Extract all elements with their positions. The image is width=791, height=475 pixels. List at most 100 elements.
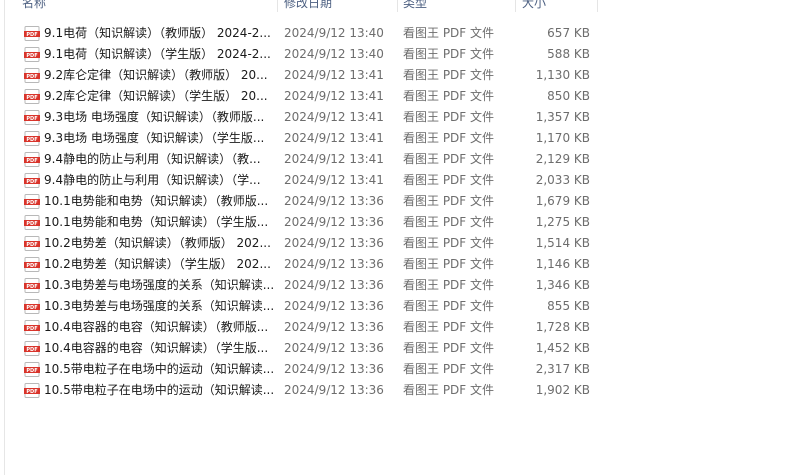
pdf-file-icon: PDF [24, 236, 40, 251]
file-row[interactable]: PDF 10.3电势差与电场强度的关系（知识解读... 2024/9/12 13… [0, 296, 791, 317]
file-row[interactable]: PDF 10.5带电粒子在电场中的运动（知识解读... 2024/9/12 13… [0, 359, 791, 380]
file-modified-date: 2024/9/12 13:36 [284, 320, 384, 334]
file-row[interactable]: PDF 10.3电势差与电场强度的关系（知识解读... 2024/9/12 13… [0, 275, 791, 296]
file-type: 看图王 PDF 文件 [403, 320, 495, 334]
file-type: 看图王 PDF 文件 [403, 299, 495, 313]
file-size: 2,317 KB [535, 362, 590, 376]
pdf-file-icon: PDF [24, 47, 40, 62]
file-name: 10.3电势差与电场强度的关系（知识解读... [44, 299, 275, 313]
pdf-file-icon: PDF [24, 320, 40, 335]
file-name: 10.4电容器的电容（知识解读）（教师版... [44, 320, 269, 334]
column-header-type[interactable]: 类型 [403, 0, 427, 12]
file-size: 850 KB [547, 89, 590, 103]
file-list: PDF 9.1电荷（知识解读）（教师版） 2024-2... 2024/9/12… [0, 23, 791, 401]
file-modified-date: 2024/9/12 13:36 [284, 236, 384, 250]
file-size: 1,275 KB [535, 215, 590, 229]
file-size: 1,346 KB [535, 278, 590, 292]
file-size: 1,902 KB [535, 383, 590, 397]
file-row[interactable]: PDF 10.2电势差（知识解读）（教师版） 202... 2024/9/12 … [0, 233, 791, 254]
svg-text:PDF: PDF [26, 32, 37, 38]
file-modified-date: 2024/9/12 13:36 [284, 341, 384, 355]
file-row[interactable]: PDF 9.1电荷（知识解读）（学生版） 2024-2... 2024/9/12… [0, 44, 791, 65]
file-type: 看图王 PDF 文件 [403, 131, 495, 145]
file-name: 9.4静电的防止与利用（知识解读）（学... [44, 173, 261, 187]
svg-text:PDF: PDF [26, 74, 37, 80]
file-type: 看图王 PDF 文件 [403, 173, 495, 187]
file-type: 看图王 PDF 文件 [403, 110, 495, 124]
column-header-date[interactable]: 修改日期 [284, 0, 332, 12]
file-row[interactable]: PDF 9.3电场 电场强度（知识解读）（教师版... 2024/9/12 13… [0, 107, 791, 128]
svg-text:PDF: PDF [26, 179, 37, 185]
file-size: 1,514 KB [535, 236, 590, 250]
file-explorer-window: 名称 修改日期 类型 大小 PDF 9.1电荷（知识解读）（教师版） 2024-… [0, 0, 791, 475]
file-type: 看图王 PDF 文件 [403, 194, 495, 208]
file-name: 9.2库仑定律（知识解读）（教师版） 20... [44, 68, 268, 82]
file-type: 看图王 PDF 文件 [403, 341, 495, 355]
column-divider[interactable] [277, 0, 278, 12]
file-modified-date: 2024/9/12 13:36 [284, 215, 384, 229]
file-type: 看图王 PDF 文件 [403, 26, 495, 40]
file-name: 10.4电容器的电容（知识解读）（学生版... [44, 341, 269, 355]
column-header-bar: 名称 修改日期 类型 大小 [0, 0, 791, 12]
file-modified-date: 2024/9/12 13:36 [284, 299, 384, 313]
file-row[interactable]: PDF 10.2电势差（知识解读）（学生版） 202... 2024/9/12 … [0, 254, 791, 275]
file-row[interactable]: PDF 10.5带电粒子在电场中的运动（知识解读... 2024/9/12 13… [0, 380, 791, 401]
file-row[interactable]: PDF 9.1电荷（知识解读）（教师版） 2024-2... 2024/9/12… [0, 23, 791, 44]
file-row[interactable]: PDF 9.4静电的防止与利用（知识解读）（学... 2024/9/12 13:… [0, 170, 791, 191]
file-modified-date: 2024/9/12 13:40 [284, 47, 384, 61]
file-modified-date: 2024/9/12 13:41 [284, 173, 384, 187]
file-row[interactable]: PDF 9.3电场 电场强度（知识解读）（学生版... 2024/9/12 13… [0, 128, 791, 149]
file-size: 2,129 KB [535, 152, 590, 166]
file-row[interactable]: PDF 9.2库仑定律（知识解读）（教师版） 20... 2024/9/12 1… [0, 65, 791, 86]
file-size: 588 KB [547, 47, 590, 61]
file-size: 1,679 KB [535, 194, 590, 208]
file-type: 看图王 PDF 文件 [403, 383, 495, 397]
pdf-file-icon: PDF [24, 383, 40, 398]
svg-text:PDF: PDF [26, 95, 37, 101]
pdf-file-icon: PDF [24, 341, 40, 356]
svg-text:PDF: PDF [26, 305, 37, 311]
file-row[interactable]: PDF 10.4电容器的电容（知识解读）（学生版... 2024/9/12 13… [0, 338, 791, 359]
file-modified-date: 2024/9/12 13:41 [284, 131, 384, 145]
column-divider[interactable] [515, 0, 516, 12]
file-size: 1,130 KB [535, 68, 590, 82]
file-name: 9.2库仑定律（知识解读）（学生版） 20... [44, 89, 268, 103]
pdf-file-icon: PDF [24, 110, 40, 125]
file-name: 10.3电势差与电场强度的关系（知识解读... [44, 278, 275, 292]
svg-text:PDF: PDF [26, 242, 37, 248]
file-modified-date: 2024/9/12 13:36 [284, 383, 384, 397]
file-modified-date: 2024/9/12 13:36 [284, 278, 384, 292]
file-size: 657 KB [547, 26, 590, 40]
file-type: 看图王 PDF 文件 [403, 152, 495, 166]
file-type: 看图王 PDF 文件 [403, 68, 495, 82]
column-header-name[interactable]: 名称 [22, 0, 46, 12]
file-name: 9.3电场 电场强度（知识解读）（学生版... [44, 131, 265, 145]
file-name: 10.5带电粒子在电场中的运动（知识解读... [44, 383, 275, 397]
svg-text:PDF: PDF [26, 158, 37, 164]
pdf-file-icon: PDF [24, 299, 40, 314]
svg-text:PDF: PDF [26, 137, 37, 143]
file-name: 10.1电势能和电势（知识解读）（学生版... [44, 215, 269, 229]
svg-text:PDF: PDF [26, 326, 37, 332]
file-row[interactable]: PDF 10.4电容器的电容（知识解读）（教师版... 2024/9/12 13… [0, 317, 791, 338]
file-type: 看图王 PDF 文件 [403, 257, 495, 271]
file-type: 看图王 PDF 文件 [403, 47, 495, 61]
pdf-file-icon: PDF [24, 26, 40, 41]
column-divider[interactable] [597, 0, 598, 12]
file-name: 10.2电势差（知识解读）（教师版） 202... [44, 236, 271, 250]
file-row[interactable]: PDF 9.4静电的防止与利用（知识解读）（教... 2024/9/12 13:… [0, 149, 791, 170]
file-row[interactable]: PDF 10.1电势能和电势（知识解读）（学生版... 2024/9/12 13… [0, 212, 791, 233]
pdf-file-icon: PDF [24, 68, 40, 83]
file-size: 2,033 KB [535, 173, 590, 187]
svg-text:PDF: PDF [26, 389, 37, 395]
file-type: 看图王 PDF 文件 [403, 278, 495, 292]
file-modified-date: 2024/9/12 13:41 [284, 152, 384, 166]
file-row[interactable]: PDF 10.1电势能和电势（知识解读）（教师版... 2024/9/12 13… [0, 191, 791, 212]
pdf-file-icon: PDF [24, 152, 40, 167]
file-type: 看图王 PDF 文件 [403, 89, 495, 103]
file-modified-date: 2024/9/12 13:41 [284, 89, 384, 103]
column-header-size[interactable]: 大小 [522, 0, 546, 12]
file-row[interactable]: PDF 9.2库仑定律（知识解读）（学生版） 20... 2024/9/12 1… [0, 86, 791, 107]
svg-text:PDF: PDF [26, 221, 37, 227]
column-divider[interactable] [397, 0, 398, 12]
